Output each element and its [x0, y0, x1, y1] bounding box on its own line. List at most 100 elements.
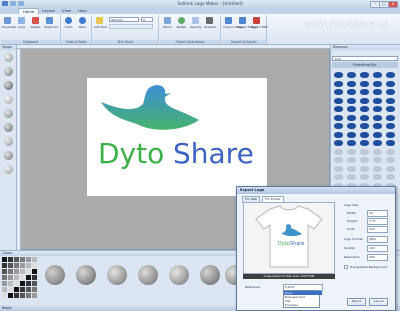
- speech-bubble-shape[interactable]: [334, 97, 343, 104]
- speech-bubble-shape[interactable]: [373, 72, 382, 78]
- import-image-button[interactable]: Import Image: [223, 17, 243, 29]
- speech-bubble-shape[interactable]: [386, 131, 395, 138]
- gray-swatch[interactable]: [26, 275, 31, 280]
- quality-input[interactable]: 100: [367, 245, 388, 252]
- gray-swatch[interactable]: [26, 269, 31, 274]
- delete-button[interactable]: Delete: [30, 17, 41, 29]
- shape-swatch[interactable]: [4, 151, 13, 160]
- gray-swatch[interactable]: [20, 275, 25, 280]
- speech-bubble-shape[interactable]: [334, 114, 343, 121]
- close-button[interactable]: ×: [388, 1, 398, 8]
- copy-button[interactable]: Copy: [16, 17, 27, 29]
- speech-bubble-shape[interactable]: [373, 114, 382, 121]
- save-icon[interactable]: [10, 1, 16, 6]
- logo-artboard[interactable]: Dyto Share: [87, 78, 267, 196]
- speech-bubble-shape[interactable]: [360, 131, 369, 138]
- speech-bubble-shape[interactable]: [334, 165, 343, 172]
- shape-swatch[interactable]: [4, 137, 13, 146]
- speech-bubble-shape[interactable]: [347, 157, 356, 163]
- gray-swatch[interactable]: [14, 287, 19, 292]
- speech-bubble-shape[interactable]: [373, 157, 382, 163]
- gray-swatch[interactable]: [8, 293, 13, 298]
- speech-bubble-shape[interactable]: [347, 165, 356, 172]
- speech-bubble-shape[interactable]: [360, 123, 369, 129]
- speech-bubble-shape[interactable]: [386, 106, 395, 112]
- gray-swatch[interactable]: [20, 287, 25, 292]
- speech-bubble-shape[interactable]: [386, 148, 395, 155]
- font-select[interactable]: Tahoma: [109, 17, 139, 22]
- gray-swatch[interactable]: [32, 287, 37, 292]
- speech-bubble-shape[interactable]: [334, 89, 343, 95]
- shape-swatch[interactable]: [4, 123, 13, 132]
- shape-swatch[interactable]: [4, 109, 13, 118]
- speech-bubble-shape[interactable]: [373, 106, 382, 112]
- speech-bubble-shape[interactable]: [347, 80, 356, 87]
- speech-bubble-shape[interactable]: [386, 72, 395, 78]
- opacity-button[interactable]: Opacity: [190, 17, 202, 29]
- gray-swatch[interactable]: [8, 263, 13, 268]
- gray-swatch[interactable]: [8, 269, 13, 274]
- resource-category-bar[interactable]: Predefined Bar: [332, 62, 398, 68]
- resolution-input[interactable]: 300: [367, 254, 388, 261]
- width-input[interactable]: 10: [367, 210, 388, 217]
- speech-bubble-shape[interactable]: [334, 72, 343, 78]
- cancel-button[interactable]: Cancel: [369, 298, 388, 306]
- speech-bubble-shape[interactable]: [360, 106, 369, 112]
- export-button[interactable]: Export: [347, 298, 366, 306]
- app-menu-icon[interactable]: [2, 1, 8, 6]
- speech-bubble-shape[interactable]: [360, 89, 369, 95]
- speech-bubble-shape[interactable]: [386, 123, 395, 129]
- shape-swatch[interactable]: [4, 95, 13, 104]
- shape-swatch[interactable]: [4, 53, 13, 62]
- speech-bubble-shape[interactable]: [386, 157, 395, 163]
- speech-bubble-shape[interactable]: [360, 148, 369, 155]
- speech-bubble-shape[interactable]: [334, 106, 343, 112]
- font-size-select[interactable]: 9: [141, 17, 153, 22]
- gray-swatch[interactable]: [14, 257, 19, 262]
- speech-bubble-shape[interactable]: [386, 80, 395, 87]
- gradient-swatch[interactable]: [76, 265, 96, 285]
- select-all-button[interactable]: Select All: [44, 17, 58, 29]
- gradient-swatch[interactable]: [138, 265, 158, 285]
- text-format-toolbar[interactable]: [109, 24, 153, 29]
- gray-swatch[interactable]: [26, 263, 31, 268]
- speech-bubble-shape[interactable]: [347, 114, 356, 121]
- format-select[interactable]: JPEG: [367, 236, 388, 243]
- gray-swatch[interactable]: [20, 257, 25, 262]
- speech-bubble-shape[interactable]: [347, 123, 356, 129]
- shadow-button[interactable]: Shadow: [204, 17, 216, 29]
- gray-swatch[interactable]: [14, 269, 19, 274]
- speech-bubble-shape[interactable]: [334, 157, 343, 163]
- gradient-swatch[interactable]: [45, 265, 65, 285]
- speech-bubble-shape[interactable]: [373, 174, 382, 180]
- dropdown-option[interactable]: Envelope: [284, 303, 322, 307]
- gray-swatch[interactable]: [2, 269, 7, 274]
- mirror-button[interactable]: Mirror: [162, 17, 173, 29]
- gray-swatch[interactable]: [32, 281, 37, 286]
- gray-swatch[interactable]: [8, 281, 13, 286]
- units-select[interactable]: inch: [367, 226, 388, 233]
- speech-bubble-shape[interactable]: [386, 97, 395, 104]
- gray-swatch[interactable]: [8, 257, 13, 262]
- gray-swatch[interactable]: [32, 293, 37, 298]
- shape-swatch[interactable]: [4, 67, 13, 76]
- speech-bubble-shape[interactable]: [373, 140, 382, 146]
- speech-bubble-shape[interactable]: [373, 97, 382, 104]
- speech-bubble-shape[interactable]: [347, 89, 356, 95]
- speech-bubble-shape[interactable]: [347, 131, 356, 138]
- speech-bubble-shape[interactable]: [334, 140, 343, 146]
- speech-bubble-shape[interactable]: [347, 106, 356, 112]
- gray-swatch[interactable]: [2, 275, 7, 280]
- gray-swatch[interactable]: [20, 269, 25, 274]
- gray-swatch[interactable]: [2, 293, 7, 298]
- speech-bubble-shape[interactable]: [386, 114, 395, 121]
- gray-swatch[interactable]: [14, 275, 19, 280]
- gray-swatch[interactable]: [32, 263, 37, 268]
- gray-swatch[interactable]: [20, 263, 25, 268]
- export-image-button[interactable]: Export Image: [237, 17, 257, 29]
- height-input[interactable]: 7.77: [367, 218, 388, 225]
- speech-bubble-shape[interactable]: [347, 174, 356, 180]
- gray-swatch[interactable]: [14, 263, 19, 268]
- gray-swatch[interactable]: [20, 281, 25, 286]
- gray-swatch[interactable]: [14, 281, 19, 286]
